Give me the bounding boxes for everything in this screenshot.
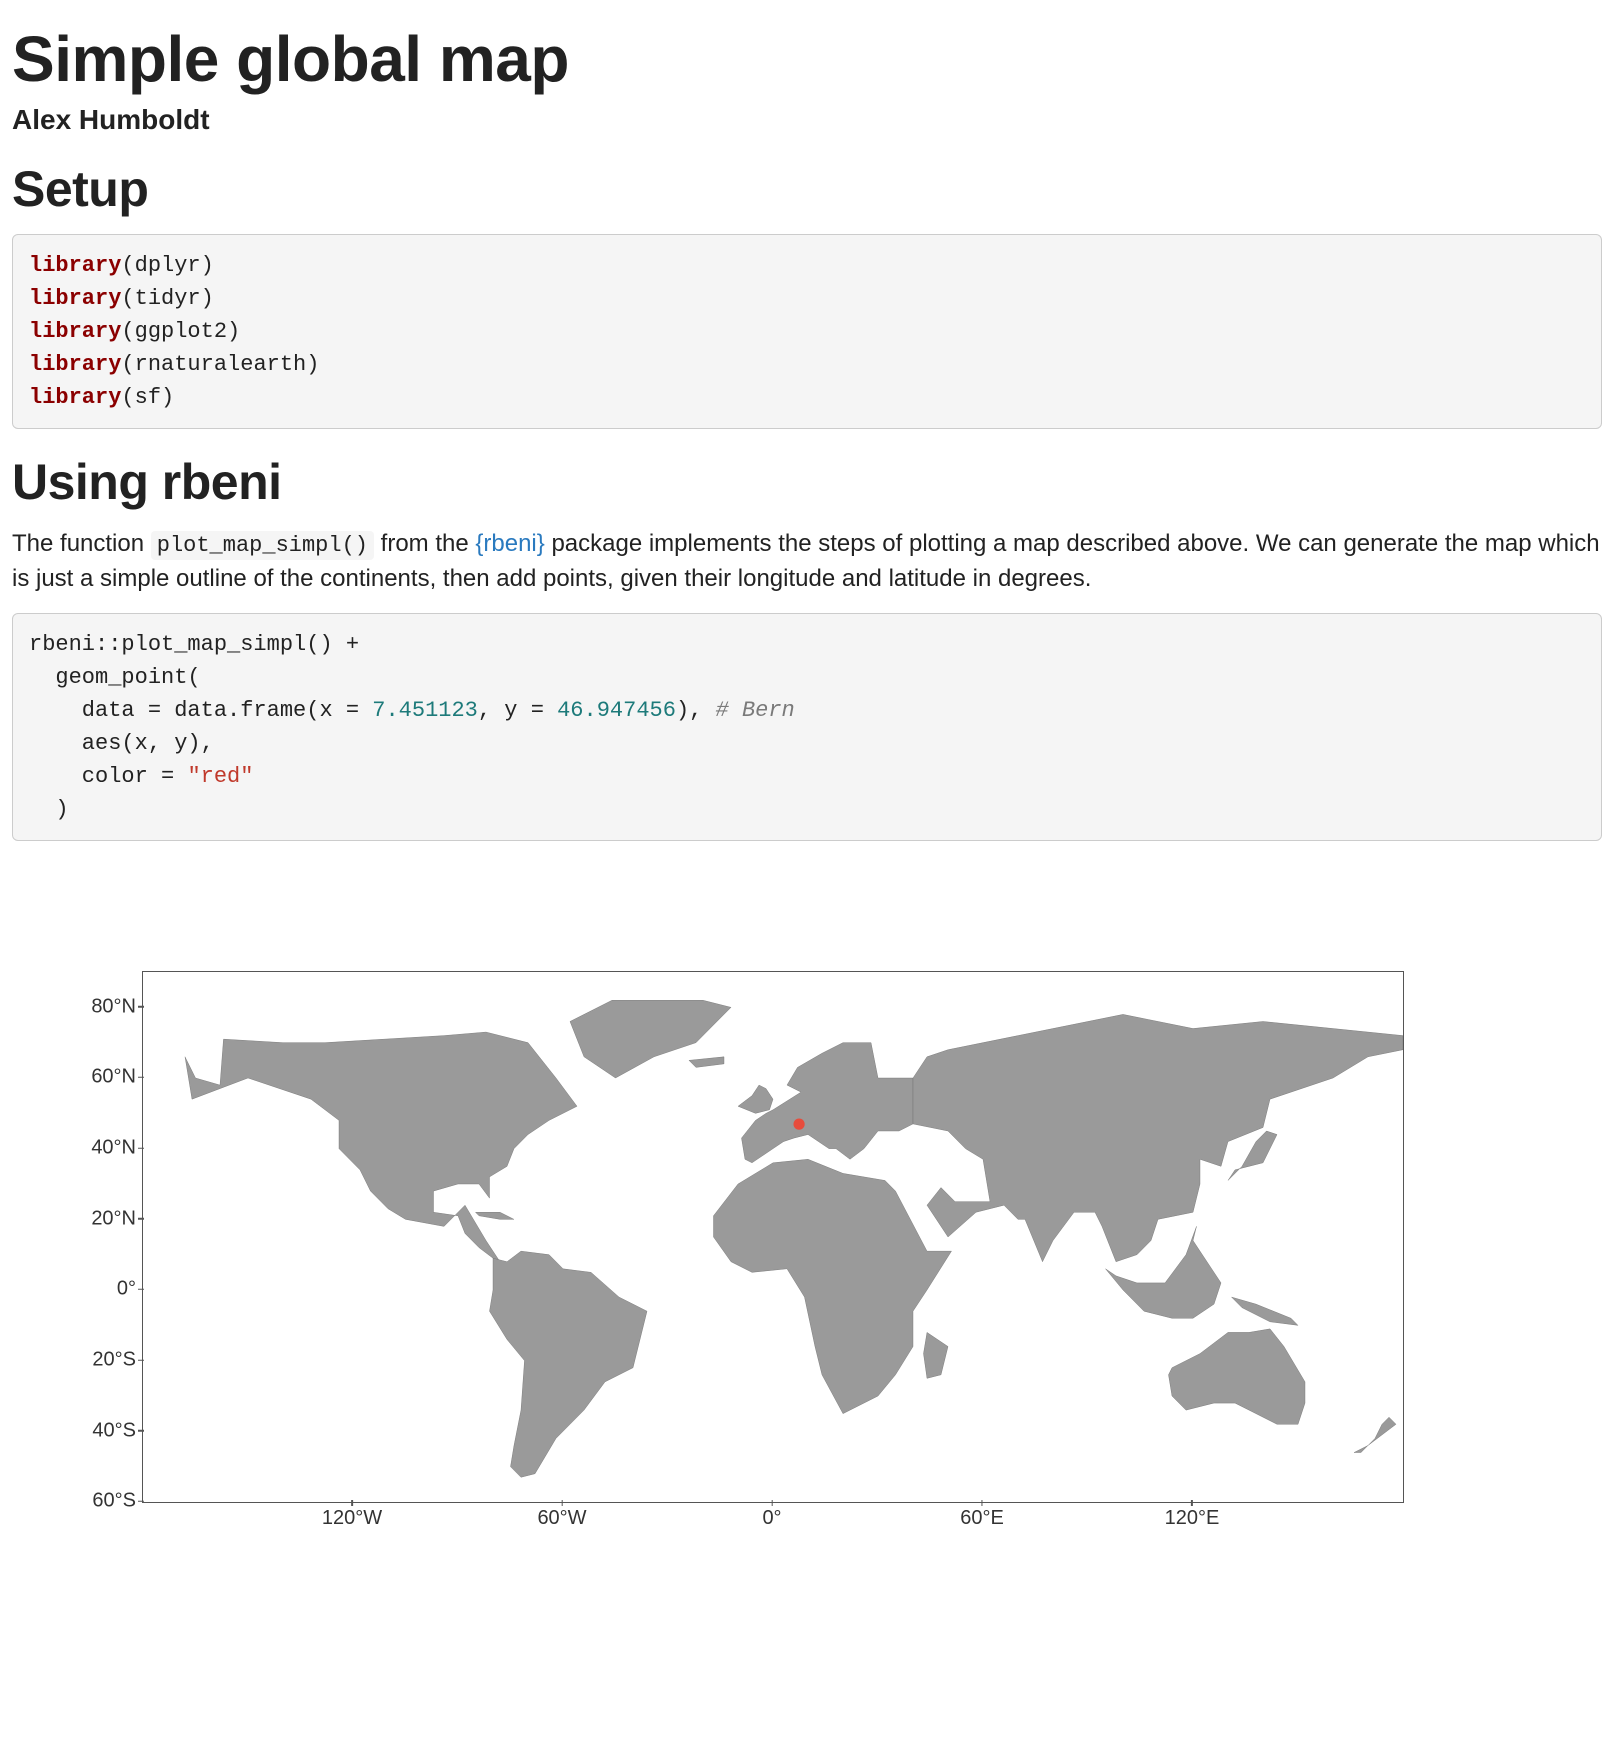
map-point-bern: [793, 1119, 804, 1130]
y-axis-tick: 40°S: [92, 1419, 136, 1442]
x-axis-tick: 120°W: [322, 1507, 382, 1530]
x-axis-tick: 0°: [762, 1507, 781, 1530]
map-plot: 80°N 60°N 40°N 20°N 0° 20°S 40°S 60°S 120°W 60°W 0…: [32, 971, 1432, 1541]
x-axis-tick: 60°W: [537, 1507, 586, 1530]
y-axis-tick: 20°S: [92, 1349, 136, 1372]
para-text: from the: [381, 530, 476, 557]
author-name: Alex Humboldt: [12, 104, 1602, 136]
landmass: [714, 1160, 952, 1414]
x-axis-tick: 60°E: [960, 1507, 1004, 1530]
landmass: [924, 1333, 949, 1379]
para-text: The function: [12, 530, 151, 557]
y-axis-tick: 40°N: [91, 1137, 136, 1160]
land-masses: [185, 1001, 1403, 1478]
y-axis-tick: 60°N: [91, 1066, 136, 1089]
code-block-rbeni[interactable]: rbeni::plot_map_simpl() + geom_point( da…: [12, 613, 1602, 841]
document-page: Simple global map Alex Humboldt Setup li…: [0, 0, 1614, 1581]
landmass: [1354, 1418, 1396, 1453]
code-block-setup[interactable]: library(dplyr) library(tidyr) library(gg…: [12, 234, 1602, 429]
section-heading-setup: Setup: [12, 160, 1602, 218]
landmass: [913, 1015, 1403, 1262]
y-axis-tick: 80°N: [91, 995, 136, 1018]
landmass: [185, 1032, 577, 1262]
inline-code-plotmap: plot_map_simpl(): [151, 531, 374, 560]
y-axis-tick: 60°S: [92, 1490, 136, 1513]
landmass: [738, 1085, 773, 1113]
landmass: [1232, 1297, 1299, 1325]
landmass: [570, 1001, 731, 1079]
world-map-svg: [143, 972, 1403, 1502]
map-panel: [142, 971, 1404, 1503]
landmass: [490, 1252, 648, 1478]
page-title: Simple global map: [12, 22, 1602, 96]
landmass: [689, 1057, 724, 1068]
landmass: [1169, 1329, 1306, 1424]
section-heading-using-rbeni: Using rbeni: [12, 453, 1602, 511]
intro-paragraph: The function plot_map_simpl() from the {…: [12, 527, 1602, 595]
map-figure: 80°N 60°N 40°N 20°N 0° 20°S 40°S 60°S 120°W 60°W 0…: [12, 971, 1602, 1541]
y-axis-tick: 20°N: [91, 1207, 136, 1230]
y-axis-tick: 0°: [117, 1278, 136, 1301]
landmass: [476, 1213, 515, 1220]
x-axis-tick: 120°E: [1165, 1507, 1220, 1530]
rbeni-link[interactable]: {rbeni}: [475, 530, 544, 557]
